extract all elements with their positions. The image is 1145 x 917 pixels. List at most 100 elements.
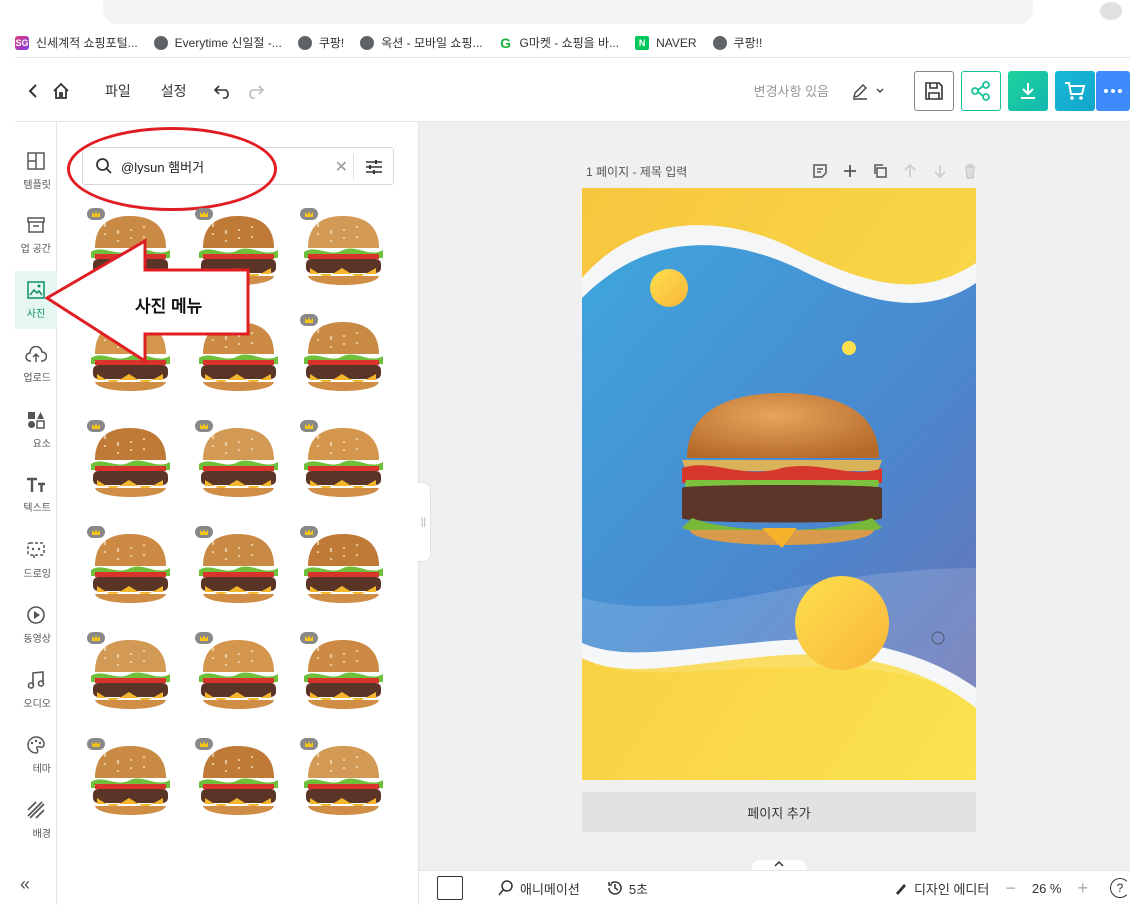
profile-avatar[interactable]: [1100, 2, 1122, 20]
rail-item-template[interactable]: 템플릿: [15, 142, 57, 200]
gmarket-icon: G: [498, 34, 513, 51]
premium-crown-icon: [300, 526, 318, 538]
canvas-stage: 1 페이지 - 제목 입력 페이지 추가: [419, 122, 1130, 874]
rail-item-text[interactable]: 텍스트: [15, 466, 57, 524]
photo-thumbnail[interactable]: [191, 632, 286, 720]
animation-button[interactable]: 애니메이션: [497, 879, 580, 898]
save-button[interactable]: [914, 70, 954, 111]
photo-thumbnail[interactable]: [191, 738, 286, 826]
pen-icon: [853, 83, 867, 100]
burger-thumbnail-image: [304, 428, 383, 497]
duplicate-icon[interactable]: [872, 163, 888, 179]
premium-crown-icon: [195, 738, 213, 750]
bookmark-everytime[interactable]: Everytime 신일절 -...: [153, 34, 282, 51]
share-button[interactable]: [961, 70, 1001, 111]
burger-thumbnail-image: [91, 428, 170, 497]
browser-window: SG 신세계적 쇼핑포털... Everytime 신일절 -... 쿠팡! 옥…: [15, 0, 1130, 905]
photo-thumbnail[interactable]: [83, 420, 178, 508]
bookmark-label: 쿠팡!: [318, 36, 345, 50]
rail-label: 템플릿: [23, 180, 51, 191]
page-notes-icon[interactable]: [812, 163, 828, 179]
bookmark-naver[interactable]: N NAVER: [635, 35, 697, 50]
move-down-icon[interactable]: [932, 163, 948, 179]
bookmark-coupang[interactable]: 쿠팡!: [297, 34, 345, 51]
bookmark-label: Everytime 신일절 -...: [174, 36, 282, 50]
edit-mode-dropdown[interactable]: [851, 82, 885, 100]
photo-thumbnail[interactable]: [296, 208, 391, 296]
rail-item-draw[interactable]: 그리기 드로잉: [15, 531, 57, 589]
photo-thumbnail[interactable]: [191, 526, 286, 614]
duration-label: 5초: [628, 881, 649, 897]
photo-thumbnail[interactable]: [191, 420, 286, 508]
globe-icon: [153, 35, 168, 50]
elements-icon: [28, 412, 45, 429]
filter-button[interactable]: [353, 154, 393, 180]
photo-thumbnail[interactable]: [296, 420, 391, 508]
photo-thumbnail[interactable]: [83, 738, 178, 826]
add-page-button[interactable]: 페이지 추가: [582, 792, 976, 832]
delete-icon[interactable]: [962, 163, 978, 179]
rail-label: 업로드: [23, 373, 51, 384]
home-icon[interactable]: [47, 77, 75, 105]
download-button[interactable]: [1008, 70, 1048, 111]
audio-icon: [27, 671, 45, 689]
undo-icon[interactable]: [209, 77, 237, 105]
add-icon[interactable]: [842, 163, 858, 179]
move-up-icon[interactable]: [902, 163, 918, 179]
redo-icon[interactable]: [241, 77, 269, 105]
rail-item-video[interactable]: 동영상: [15, 596, 57, 654]
bookmark-ssg[interactable]: SG 신세계적 쇼핑포털...: [15, 34, 138, 51]
zoom-out-button[interactable]: −: [1005, 878, 1016, 899]
premium-crown-icon: [300, 420, 318, 432]
address-bar[interactable]: [103, 0, 1033, 24]
photo-thumbnail[interactable]: [83, 526, 178, 614]
zoom-level[interactable]: 26 %: [1032, 881, 1062, 896]
back-chevron-icon[interactable]: [19, 77, 47, 105]
zoom-in-button[interactable]: +: [1077, 878, 1088, 899]
page-title[interactable]: 1 페이지 - 제목 입력: [586, 163, 687, 180]
design-editor-button[interactable]: 디자인 에디터: [893, 879, 989, 898]
bookmark-label: 신세계적 쇼핑포털...: [36, 36, 138, 50]
page-thumbnail-toggle[interactable]: [437, 876, 463, 900]
rail-label: 그리기 드로잉: [21, 569, 51, 580]
rail-item-background[interactable]: 배경: [15, 791, 57, 849]
premium-crown-icon: [87, 526, 105, 538]
photo-thumbnail[interactable]: [296, 738, 391, 826]
theme-icon: [27, 736, 45, 754]
collapse-rail-icon[interactable]: «: [20, 874, 30, 895]
premium-crown-icon: [300, 314, 318, 326]
photo-thumbnail[interactable]: [296, 632, 391, 720]
naver-icon: N: [635, 35, 650, 50]
duration-button[interactable]: 5초: [606, 879, 648, 898]
burger-thumbnail-image: [304, 640, 383, 709]
bottom-bar: 애니메이션 5초 디자인 에디터 − 26 % + ?: [419, 870, 1130, 905]
panel-resize-handle[interactable]: ||: [417, 482, 431, 562]
photo-thumbnail[interactable]: [83, 632, 178, 720]
rail-item-audio[interactable]: 오디오: [15, 661, 57, 719]
premium-crown-icon: [87, 208, 105, 220]
cart-icon: [1065, 81, 1086, 100]
help-icon[interactable]: ?: [1110, 878, 1130, 898]
bookmark-gmarket[interactable]: G G마켓 - 쇼핑을 바...: [498, 34, 619, 51]
cart-button[interactable]: [1055, 70, 1095, 111]
rail-item-elements[interactable]: 요소: [15, 401, 57, 459]
bookmark-auction[interactable]: 옥션 - 모바일 쇼핑...: [360, 34, 483, 51]
globe-icon: [712, 35, 727, 50]
search-input[interactable]: [121, 158, 321, 174]
photo-thumbnail[interactable]: [296, 314, 391, 402]
draw-icon: [27, 542, 45, 558]
bookmarks-bar: SG 신세계적 쇼핑포털... Everytime 신일절 -... 쿠팡! 옥…: [15, 28, 1130, 58]
settings-menu[interactable]: 설정: [161, 81, 187, 101]
more-button[interactable]: [1096, 70, 1130, 111]
bookmark-coupang2[interactable]: 쿠팡!!: [712, 34, 762, 51]
burger-thumbnail-image: [199, 640, 278, 709]
changes-status: 변경사항 있음: [753, 84, 829, 99]
rail-item-theme[interactable]: 테마: [15, 726, 57, 784]
photo-thumbnail[interactable]: [296, 526, 391, 614]
premium-crown-icon: [195, 420, 213, 432]
clear-search-icon[interactable]: ✕: [335, 157, 348, 177]
design-canvas[interactable]: [582, 188, 976, 780]
share-icon: [971, 80, 990, 101]
workspace-icon: [27, 217, 45, 233]
file-menu[interactable]: 파일: [105, 81, 131, 101]
